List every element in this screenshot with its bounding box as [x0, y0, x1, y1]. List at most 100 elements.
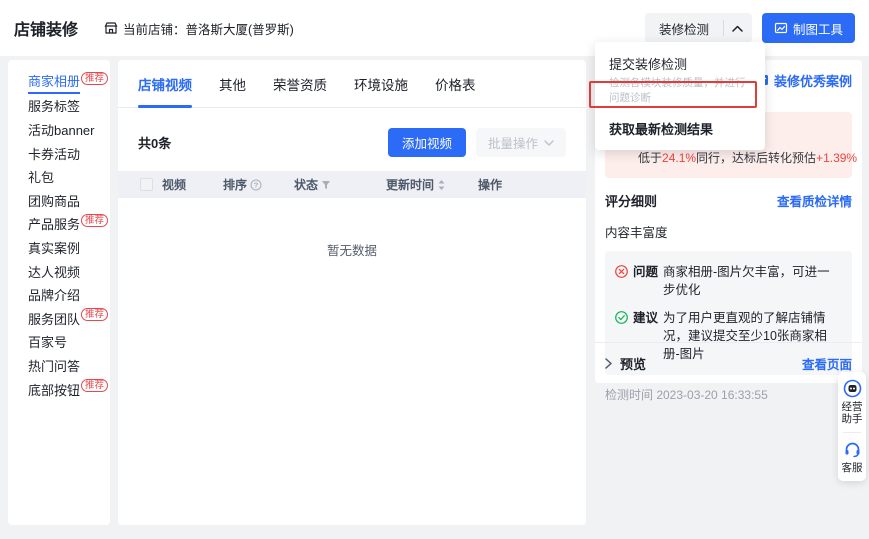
sidebar-item-real-cases[interactable]: 真实案例 — [28, 237, 110, 261]
column-status: 状态 — [294, 176, 386, 193]
sidebar-item-label[interactable]: 产品服务 — [28, 217, 80, 233]
headset-icon — [843, 440, 862, 459]
recommend-badge: 推荐 — [81, 72, 108, 85]
menu-item-latest-result[interactable]: 获取最新检测结果 — [595, 111, 765, 140]
list-toolbar: 共0条 添加视频 批量操作 — [138, 128, 566, 157]
column-video: 视频 — [160, 176, 223, 193]
robot-icon — [843, 379, 862, 398]
draw-tool-button[interactable]: 制图工具 — [762, 13, 855, 43]
content-richness-title: 内容丰富度 — [605, 222, 852, 241]
peer-percent: 24.1% — [662, 151, 696, 165]
chevron-up-icon[interactable] — [724, 13, 752, 43]
sidebar-item-label[interactable]: 服务标签 — [28, 99, 80, 115]
problem-label: 问题 — [633, 263, 658, 299]
suggestion-check-icon — [615, 311, 628, 324]
store-icon — [104, 21, 118, 35]
sidebar-item-label[interactable]: 达人视频 — [28, 265, 80, 281]
sidebar-item-label[interactable]: 活动banner — [28, 123, 94, 139]
tab-environment[interactable]: 环境设施 — [354, 60, 408, 108]
current-store-label: 当前店铺：普洛斯大厦(普罗斯) — [123, 19, 294, 38]
problem-text: 商家相册-图片欠丰富，可进一步优化 — [663, 263, 840, 299]
sidebar-item-brand-intro[interactable]: 品牌介绍 — [28, 284, 110, 308]
preview-row: 预览 查看页面 — [595, 342, 862, 383]
batch-operation-label[interactable]: 批量操作 — [488, 133, 538, 152]
status-prefix: 低于 — [638, 149, 662, 166]
column-video-label: 视频 — [162, 176, 186, 193]
draw-tool-label[interactable]: 制图工具 — [793, 19, 843, 38]
menu-item-submit-detect[interactable]: 提交装修检测 — [595, 51, 765, 74]
empty-state-text: 暂无数据 — [118, 240, 586, 259]
chevron-down-icon — [544, 140, 554, 146]
sidebar-item-label[interactable]: 底部按钮 — [28, 383, 80, 399]
recommend-badge: 推荐 — [81, 214, 108, 227]
decoration-detect-button[interactable]: 装修检测 — [645, 13, 752, 43]
column-update-time-label: 更新时间 — [386, 176, 434, 193]
question-circle-icon[interactable]: ? — [250, 179, 262, 191]
recommend-badge: 推荐 — [81, 308, 108, 321]
quality-check-detail-link[interactable]: 查看质检详情 — [777, 191, 852, 210]
decoration-detect-label[interactable]: 装修检测 — [645, 19, 723, 38]
tab-honors[interactable]: 荣誉资质 — [273, 60, 327, 108]
preview-toggle[interactable]: 预览 — [605, 354, 646, 373]
sidebar-item-gift-pack[interactable]: 礼包 — [28, 166, 110, 190]
sidebar-item-product-service[interactable]: 产品服务推荐 — [28, 214, 110, 238]
sidebar-item-label[interactable]: 真实案例 — [28, 241, 80, 257]
draw-tool-icon — [774, 21, 788, 35]
preview-label[interactable]: 预览 — [620, 354, 646, 373]
page-title: 店铺装修 — [14, 16, 78, 40]
tab-store-video[interactable]: 店铺视频 — [138, 60, 192, 108]
problem-circle-x-icon — [615, 265, 628, 278]
sidebar-item-label[interactable]: 商家相册 — [28, 74, 80, 94]
total-count-label: 共0条 — [138, 133, 171, 152]
current-store: 当前店铺：普洛斯大厦(普罗斯) — [104, 19, 294, 38]
sidebar-item-expert-videos[interactable]: 达人视频 — [28, 261, 110, 285]
sidebar-item-bottom-button[interactable]: 底部按钮推荐 — [28, 379, 110, 403]
problem-row: 问题 商家相册-图片欠丰富，可进一步优化 — [615, 263, 840, 299]
column-update-time: 更新时间 — [386, 176, 478, 193]
business-assistant-button[interactable]: 经营助手 — [840, 379, 864, 425]
excellent-cases-label[interactable]: 装修优秀案例 — [774, 71, 852, 90]
sidebar-item-hot-qa[interactable]: 热门问答 — [28, 355, 110, 379]
detect-dropdown-menu: 提交装修检测 检测各模块装修质量，并进行问题诊断 获取最新检测结果 — [595, 42, 765, 150]
tab-other[interactable]: 其他 — [219, 60, 246, 108]
svg-text:?: ? — [254, 180, 259, 189]
scoring-rules-title: 评分细则 — [605, 191, 657, 210]
tab-price-list[interactable]: 价格表 — [435, 60, 476, 108]
sidebar-item-coupon-activity[interactable]: 卡券活动 — [28, 143, 110, 167]
detect-time-label: 检测时间 2023-03-20 16:33:55 — [605, 386, 852, 403]
sidebar-item-service-tags[interactable]: 服务标签 — [28, 96, 110, 120]
sidebar-item-label[interactable]: 百家号 — [28, 335, 67, 351]
add-video-button[interactable]: 添加视频 — [388, 128, 466, 157]
conversion-gain: +1.39% — [816, 151, 857, 165]
sidebar-item-label[interactable]: 卡券活动 — [28, 147, 80, 163]
chevron-right-icon — [605, 358, 612, 369]
sidebar-item-label[interactable]: 服务团队 — [28, 312, 80, 328]
business-assistant-label[interactable]: 经营助手 — [840, 401, 864, 425]
column-sort: 排序 ? — [223, 176, 294, 193]
filter-icon[interactable] — [321, 180, 331, 190]
sidebar-item-label[interactable]: 团购商品 — [28, 194, 80, 210]
sort-arrows-icon[interactable] — [437, 179, 446, 191]
column-action-label: 操作 — [478, 176, 502, 193]
select-all-checkbox[interactable] — [140, 178, 153, 191]
column-status-label: 状态 — [294, 176, 318, 193]
customer-service-button[interactable]: 客服 — [842, 440, 863, 474]
customer-service-label[interactable]: 客服 — [842, 462, 863, 474]
sidebar-item-baijiahao[interactable]: 百家号 — [28, 332, 110, 356]
column-sort-label: 排序 — [223, 176, 247, 193]
column-action: 操作 — [478, 176, 502, 193]
excellent-cases-link[interactable]: 装修优秀案例 — [755, 71, 852, 90]
sidebar-item-label[interactable]: 品牌介绍 — [28, 288, 80, 304]
decoration-module-sidebar: 商家相册推荐 服务标签 活动banner 卡券活动 礼包 团购商品 产品服务推荐… — [8, 60, 110, 525]
recommend-badge: 推荐 — [81, 379, 108, 392]
status-mid: 同行，达标后转化预估 — [696, 149, 816, 166]
sidebar-item-label[interactable]: 热门问答 — [28, 359, 80, 375]
sidebar-item-merchant-album[interactable]: 商家相册推荐 — [28, 72, 110, 96]
view-page-link[interactable]: 查看页面 — [802, 354, 852, 373]
main-content-card: 店铺视频 其他 荣誉资质 环境设施 价格表 共0条 添加视频 批量操作 视频 排… — [118, 60, 586, 525]
sidebar-item-group-products[interactable]: 团购商品 — [28, 190, 110, 214]
batch-operation-button[interactable]: 批量操作 — [476, 128, 566, 157]
sidebar-item-activity-banner[interactable]: 活动banner — [28, 119, 110, 143]
sidebar-item-service-team[interactable]: 服务团队推荐 — [28, 308, 110, 332]
sidebar-item-label[interactable]: 礼包 — [28, 170, 54, 186]
